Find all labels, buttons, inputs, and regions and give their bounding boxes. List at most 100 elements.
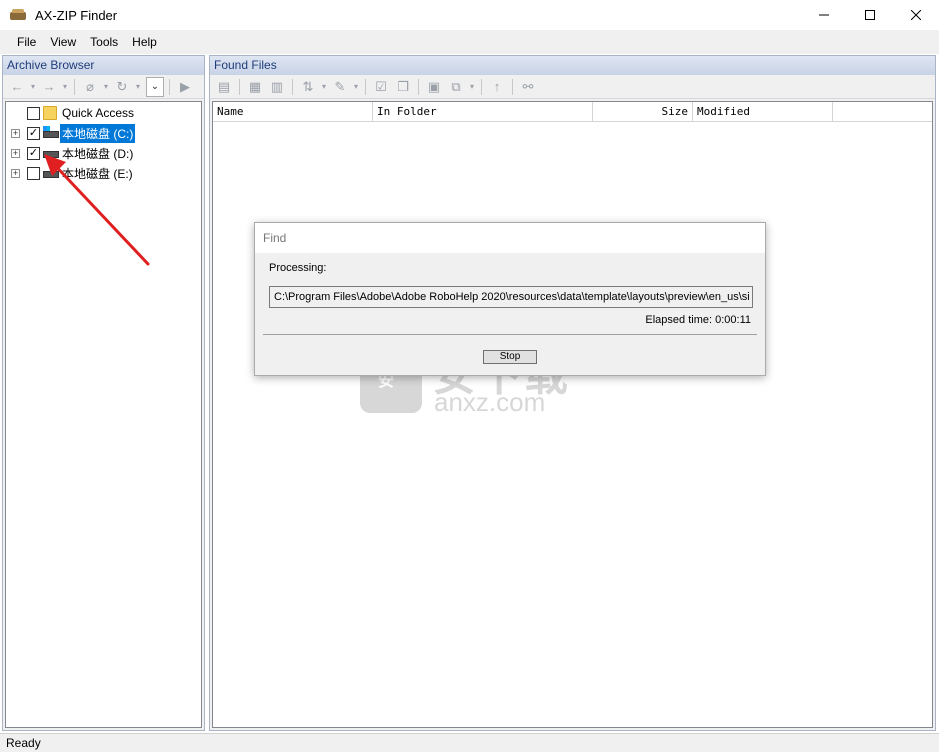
folder-icon — [43, 106, 57, 120]
toolbar-separator — [74, 78, 75, 95]
expand-icon[interactable]: + — [11, 168, 20, 178]
toolbar-separator — [169, 78, 170, 95]
list-header: Name In Folder Size Modified — [213, 102, 932, 122]
processing-label: Processing: — [269, 262, 327, 274]
menu-bar: File View Tools Help — [0, 30, 939, 54]
binoculars-icon: ⚯ — [522, 78, 534, 94]
column-header-size[interactable]: Size — [593, 102, 693, 121]
export-icon: ⧉ — [451, 78, 461, 94]
check-all-button[interactable]: ☑ — [371, 77, 391, 97]
window-controls — [801, 0, 939, 30]
dialog-title: Find — [255, 223, 765, 253]
app-box-icon — [10, 9, 26, 21]
save-button[interactable]: ▣ — [424, 77, 444, 97]
open-button[interactable]: ▤ — [214, 77, 234, 97]
toolbar-separator — [239, 78, 240, 95]
found-files-header: Found Files — [210, 56, 935, 75]
find-dialog: Find Processing: C:\Program Files\Adobe\… — [254, 222, 766, 376]
forward-dropdown[interactable]: ▾ — [61, 77, 69, 97]
toolbar-separator — [292, 78, 293, 95]
status-bar: Ready — [0, 733, 939, 752]
toolbar-separator — [512, 78, 513, 95]
sort-button[interactable]: ⇅ — [298, 77, 318, 97]
back-arrow-icon: ← — [10, 79, 24, 94]
column-header-modified[interactable]: Modified — [693, 102, 833, 121]
go-button[interactable]: ▶ — [175, 77, 195, 97]
minimize-button[interactable] — [801, 0, 847, 30]
open-icon: ▤ — [217, 78, 231, 94]
menu-help[interactable]: Help — [125, 35, 164, 49]
tree-node-label: Quick Access — [62, 106, 135, 120]
paperclip-icon: ⌀ — [86, 78, 94, 94]
edit-dropdown[interactable]: ▾ — [352, 77, 360, 97]
maximize-button[interactable] — [847, 0, 893, 30]
elapsed-time: Elapsed time: 0:00:11 — [645, 314, 751, 326]
archive-browser-pane: Archive Browser ← ▾ → ▾ ⌀ ▾ ↻ ▾ ⌄ ▶ Quic… — [2, 55, 205, 731]
tree-node-drive-e[interactable]: + 本地磁盘 (E:) — [6, 163, 135, 183]
toolbar-separator — [418, 78, 419, 95]
window-title: AX-ZIP Finder — [35, 7, 118, 23]
copy-button[interactable]: ❐ — [393, 77, 413, 97]
attach-button[interactable]: ⌀ — [80, 77, 100, 97]
refresh-button[interactable]: ↻ — [112, 77, 132, 97]
maximize-icon — [865, 10, 875, 20]
column-header-name[interactable]: Name — [213, 102, 373, 121]
archive-browser-header: Archive Browser — [3, 56, 204, 75]
title-bar: AX-ZIP Finder — [0, 0, 939, 30]
menu-tools[interactable]: Tools — [83, 35, 125, 49]
processing-path-field: C:\Program Files\Adobe\Adobe RoboHelp 20… — [269, 286, 753, 308]
export-button[interactable]: ⧉ — [446, 77, 466, 97]
tree-node-drive-d[interactable]: + ✓ 本地磁盘 (D:) — [6, 143, 135, 163]
save-icon: ▣ — [427, 78, 441, 94]
checkmark-icon: ✓ — [28, 146, 39, 159]
archive-browser-toolbar: ← ▾ → ▾ ⌀ ▾ ↻ ▾ ⌄ ▶ — [3, 75, 204, 99]
extract-all-button[interactable]: ▥ — [267, 77, 287, 97]
edit-icon: ✎ — [334, 78, 346, 94]
edit-button[interactable]: ✎ — [330, 77, 350, 97]
column-header-in-folder[interactable]: In Folder — [373, 102, 593, 121]
sort-dropdown[interactable]: ▾ — [320, 77, 328, 97]
check-list-icon: ☑ — [375, 78, 387, 94]
stop-button[interactable]: Stop — [483, 350, 537, 364]
attach-dropdown[interactable]: ▾ — [102, 77, 110, 97]
view-dropdown[interactable]: ⌄ — [146, 76, 164, 97]
tree-checkbox[interactable] — [27, 166, 40, 180]
back-dropdown[interactable]: ▾ — [29, 77, 37, 97]
menu-view[interactable]: View — [43, 35, 83, 49]
tree-checkbox[interactable]: ✓ — [27, 146, 40, 160]
tree-node-label: 本地磁盘 (C:) — [60, 123, 136, 143]
extract-all-icon: ▥ — [270, 78, 284, 94]
refresh-dropdown[interactable]: ▾ — [134, 77, 142, 97]
checkmark-icon: ✓ — [28, 126, 39, 139]
expand-icon[interactable]: + — [11, 148, 20, 158]
toolbar-separator — [365, 78, 366, 95]
tree-checkbox[interactable]: ✓ — [27, 126, 40, 140]
up-button[interactable]: ↑ — [487, 77, 507, 97]
play-icon: ▶ — [180, 78, 190, 94]
copy-icon: ❐ — [397, 78, 409, 94]
forward-arrow-icon: → — [42, 79, 56, 94]
refresh-icon: ↻ — [116, 78, 128, 94]
back-button[interactable]: ← — [7, 77, 27, 97]
close-icon — [911, 10, 921, 20]
system-drive-icon — [43, 126, 59, 140]
tree-checkbox[interactable] — [27, 106, 40, 120]
expand-icon[interactable]: + — [11, 128, 20, 138]
find-button[interactable]: ⚯ — [518, 77, 538, 97]
chevron-down-icon: ⌄ — [150, 81, 160, 92]
tree-node-quick-access[interactable]: Quick Access — [6, 103, 136, 123]
tree-node-label: 本地磁盘 (D:) — [62, 146, 134, 161]
watermark-en-text: anxz.com — [434, 387, 546, 417]
forward-button[interactable]: → — [39, 77, 59, 97]
dialog-separator — [263, 334, 757, 335]
archive-tree[interactable]: Quick Access + ✓ 本地磁盘 (C:) + ✓ 本地磁盘 (D:)… — [5, 101, 202, 728]
found-files-toolbar: ▤ ▦ ▥ ⇅ ▾ ✎ ▾ ☑ ❐ ▣ ⧉ ▾ ↑ ⚯ — [210, 75, 935, 99]
tree-node-drive-c[interactable]: + ✓ 本地磁盘 (C:) — [6, 123, 136, 143]
drive-icon — [43, 166, 59, 180]
close-button[interactable] — [893, 0, 939, 30]
toolbar-separator — [481, 78, 482, 95]
menu-file[interactable]: File — [10, 35, 43, 49]
sort-icon: ⇅ — [302, 78, 314, 94]
export-dropdown[interactable]: ▾ — [468, 77, 476, 97]
extract-button[interactable]: ▦ — [245, 77, 265, 97]
